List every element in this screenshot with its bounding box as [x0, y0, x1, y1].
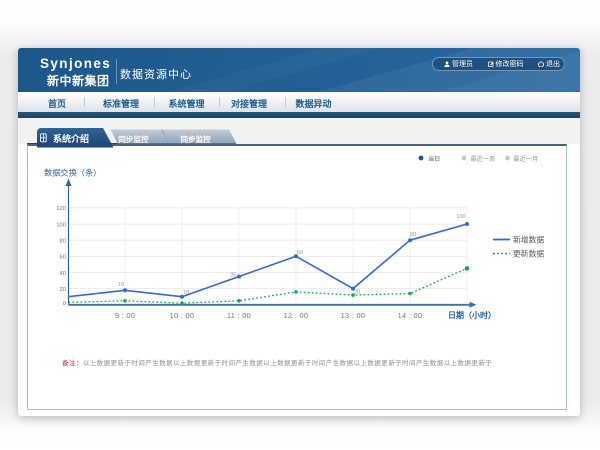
svg-text:13 : 00: 13 : 00	[341, 311, 366, 320]
svg-text:20: 20	[354, 290, 360, 296]
svg-text:新增数据: 新增数据	[513, 235, 544, 245]
svg-text:11 : 00: 11 : 00	[227, 311, 251, 320]
svg-text:10 : 00: 10 : 00	[170, 311, 195, 320]
svg-text:80: 80	[60, 239, 66, 245]
svg-text:100: 100	[456, 214, 465, 220]
svg-text:12 : 00: 12 : 00	[284, 311, 309, 320]
svg-text:最近一周: 最近一周	[471, 155, 496, 163]
svg-text:120: 120	[56, 206, 66, 212]
svg-text:更新数据: 更新数据	[513, 249, 544, 259]
svg-text:数据交换（条）: 数据交换（条）	[44, 168, 101, 178]
svg-text:日期（小时）: 日期（小时）	[448, 310, 496, 320]
svg-text:18: 18	[118, 282, 124, 288]
svg-text:当日: 当日	[428, 155, 440, 163]
svg-text:20: 20	[60, 287, 66, 293]
svg-text:60: 60	[297, 250, 303, 256]
svg-text:100: 100	[56, 222, 66, 228]
svg-text:40: 40	[60, 271, 66, 277]
svg-text:14 : 00: 14 : 00	[398, 311, 423, 320]
svg-text:80: 80	[410, 232, 416, 238]
svg-text:9 : 00: 9 : 00	[115, 311, 135, 320]
svg-text:最近一月: 最近一月	[514, 155, 539, 163]
svg-text:10: 10	[183, 290, 189, 296]
svg-text:35: 35	[230, 273, 236, 279]
svg-text:60: 60	[60, 255, 66, 261]
svg-text:0: 0	[63, 301, 66, 307]
